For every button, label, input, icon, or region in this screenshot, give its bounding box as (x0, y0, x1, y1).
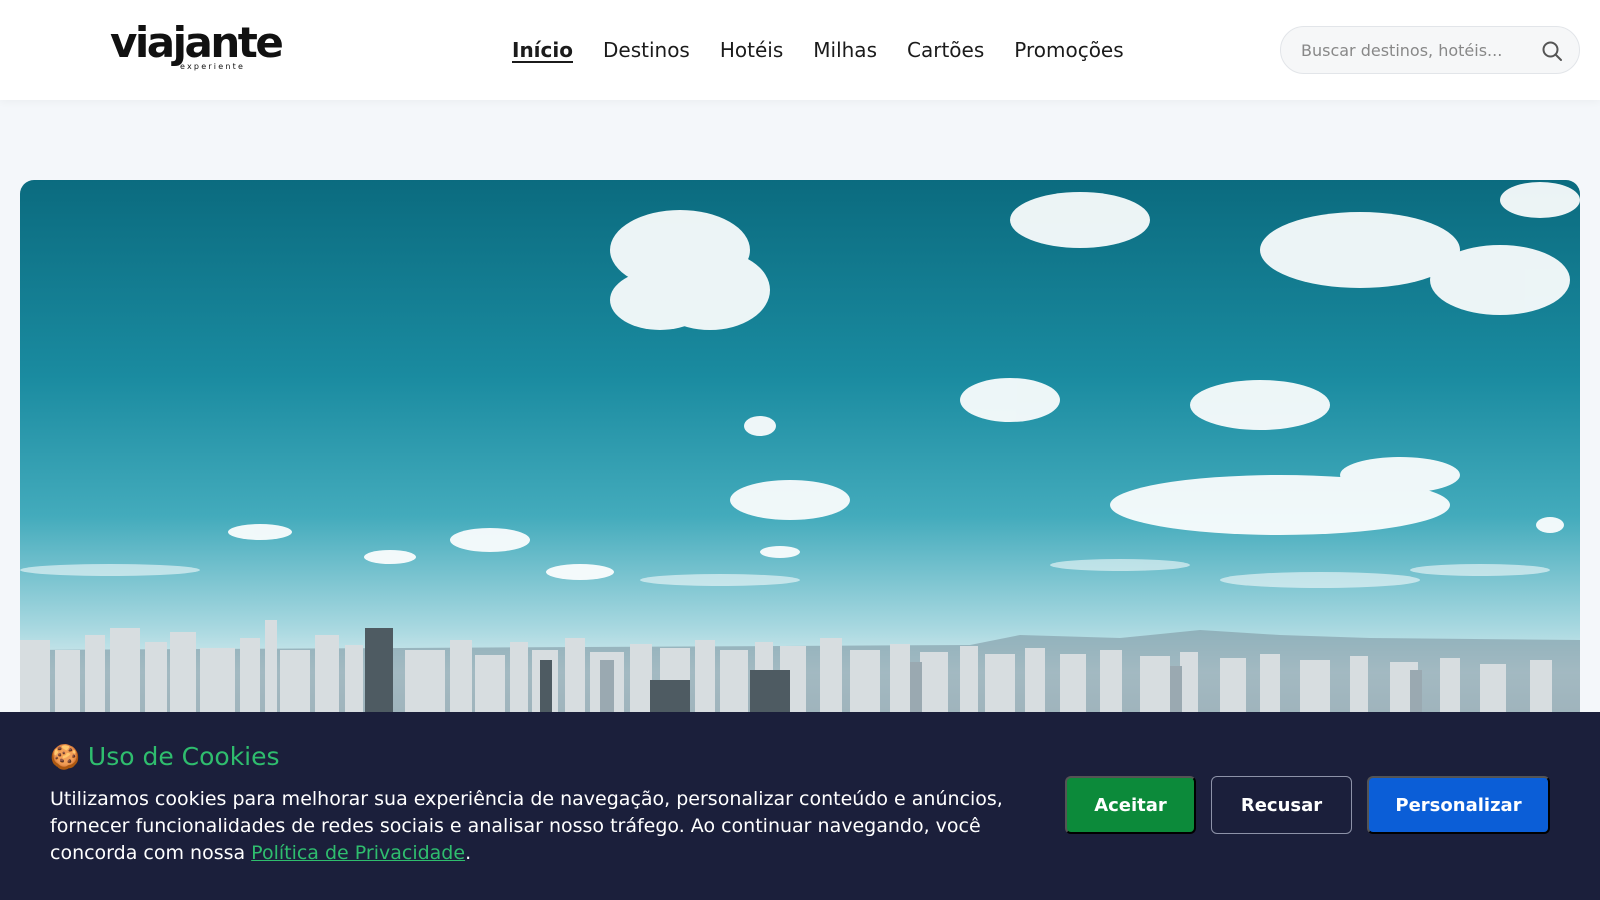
nav-item-promocoes[interactable]: Promoções (1014, 38, 1123, 62)
nav-item-milhas[interactable]: Milhas (813, 38, 877, 62)
cookie-icon: 🍪 (50, 742, 80, 771)
logo-wordmark: viajante (110, 18, 284, 67)
cookie-message: Utilizamos cookies para melhorar sua exp… (50, 786, 1030, 867)
nav-item-destinos[interactable]: Destinos (603, 38, 690, 62)
decline-cookies-button[interactable]: Recusar (1211, 776, 1352, 834)
search-box (1280, 26, 1580, 74)
site-header: viajante experiente Início Destinos Hoté… (0, 0, 1600, 100)
logo-tagline: experiente (180, 62, 246, 71)
main-nav: Início Destinos Hotéis Milhas Cartões Pr… (512, 36, 1154, 64)
site-logo[interactable]: viajante experiente (110, 18, 284, 74)
cookie-message-text: Utilizamos cookies para melhorar sua exp… (50, 788, 1003, 864)
nav-item-inicio[interactable]: Início (512, 38, 573, 62)
skyline-illustration (20, 182, 1580, 740)
search-input[interactable] (1301, 40, 1521, 60)
hero-image (20, 180, 1580, 740)
cookie-banner: 🍪 Uso de Cookies Utilizamos cookies para… (0, 712, 1600, 900)
nav-item-hoteis[interactable]: Hotéis (720, 38, 783, 62)
search-icon[interactable] (1541, 40, 1563, 62)
privacy-policy-link[interactable]: Política de Privacidade (251, 842, 465, 864)
accept-cookies-button[interactable]: Aceitar (1065, 776, 1196, 834)
cookie-title-text: Uso de Cookies (87, 742, 280, 771)
customize-cookies-button[interactable]: Personalizar (1367, 776, 1550, 834)
nav-item-cartoes[interactable]: Cartões (907, 38, 984, 62)
cookie-title: 🍪 Uso de Cookies (50, 742, 280, 771)
cookie-message-end: . (465, 842, 472, 864)
